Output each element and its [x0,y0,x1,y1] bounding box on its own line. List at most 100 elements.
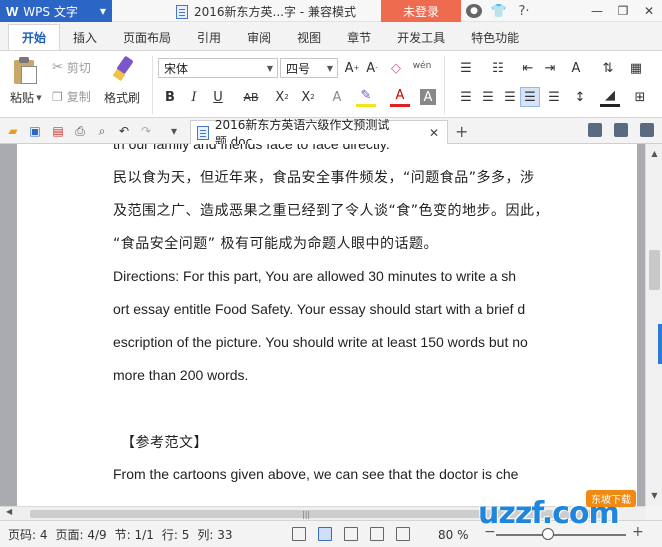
quickbar-right-tools [588,123,654,137]
customize-dropdown-icon[interactable]: ▾ [166,123,182,139]
tab-page-layout[interactable]: 页面布局 [110,24,184,50]
clear-format-icon[interactable]: ◇ [386,58,406,78]
paragraph-shading-icon[interactable]: ◢ [600,87,620,107]
bullet-list-icon[interactable]: ☰ [456,58,476,78]
increase-indent-icon[interactable]: ⇥ [540,58,560,78]
save-icon[interactable]: ▣ [27,123,43,139]
title-bar: W WPS 文字 ▼ 2016新东方英...字 - 兼容模式 未登录 ● 👕 ?… [0,0,662,22]
panel-icon[interactable] [614,123,628,137]
export-pdf-icon[interactable]: ▤ [50,123,66,139]
document-page[interactable]: th our family and friends face to face d… [17,144,637,506]
close-icon[interactable]: ✕ [636,0,662,22]
redo-icon[interactable]: ↷ [138,123,154,139]
view-mode-buttons [292,527,410,541]
app-name: WPS 文字 [23,4,78,19]
full-screen-view-icon[interactable] [292,527,306,541]
login-button[interactable]: 未登录 [381,0,461,22]
italic-icon[interactable]: I [184,87,204,107]
paste-button[interactable]: 粘贴 ▼ [10,89,42,106]
cut-label: 剪切 [66,61,91,75]
tab-view[interactable]: 视图 [284,24,334,50]
highlight-icon[interactable]: ✎ [356,87,376,107]
tab-developer[interactable]: 开发工具 [384,24,458,50]
scroll-thumb[interactable] [649,250,660,290]
tab-section[interactable]: 章节 [334,24,384,50]
status-col: 列: 33 [197,527,233,542]
tab-references[interactable]: 引用 [184,24,234,50]
panel-icon[interactable] [588,123,602,137]
tab-special[interactable]: 特色功能 [458,24,532,50]
subscript-icon[interactable]: X2 [298,87,318,107]
tab-home[interactable]: 开始 [8,24,61,50]
format-painter-button[interactable]: 格式刷 [104,89,140,106]
page-view-icon[interactable] [318,527,332,541]
scroll-up-icon[interactable]: ▲ [646,146,662,160]
align-justify-icon[interactable]: ☰ [520,87,540,107]
font-name-value: 宋体 [164,61,189,76]
print-preview-icon[interactable]: ⌕ [94,123,110,139]
tshirt-icon[interactable]: 👕 [491,4,507,19]
tab-review[interactable]: 审阅 [234,24,284,50]
document-canvas[interactable]: th our family and friends face to face d… [0,144,645,506]
superscript-icon[interactable]: X2 [272,87,292,107]
wps-app-menu-button[interactable]: W WPS 文字 ▼ [0,0,112,22]
font-size-select[interactable]: 四号 ▼ [280,58,338,78]
underline-icon[interactable]: U [208,87,228,107]
watermark-logo: uzzf.com 东坡下载 [478,490,660,538]
undo-icon[interactable]: ↶ [116,123,132,139]
numbered-list-icon[interactable]: ☷ [488,58,508,78]
zoom-level[interactable]: 80 % [438,528,469,542]
new-tab-icon[interactable]: + [455,122,468,141]
reading-view-icon[interactable] [396,527,410,541]
window-title: 2016新东方英...字 - 兼容模式 [176,3,356,20]
tab-insert[interactable]: 插入 [60,24,110,50]
scroll-left-icon[interactable]: ◀ [6,507,12,516]
watermark-badge: 东坡下载 [586,490,636,507]
decrease-indent-icon[interactable]: ⇤ [518,58,538,78]
line-spacing-icon[interactable]: ↕ [570,87,590,107]
paste-icon[interactable] [14,57,38,85]
divider [444,56,445,114]
text-direction-icon[interactable]: A [566,58,586,78]
shrink-font-icon[interactable]: A- [362,58,382,78]
minimize-icon[interactable]: — [584,0,610,22]
print-icon[interactable]: ⎙ [72,123,88,139]
help-icon[interactable]: ?· [516,4,532,19]
panel-icon[interactable] [640,123,654,137]
restore-icon[interactable]: ❐ [610,0,636,22]
cut-button[interactable]: ✂ 剪切 [52,59,91,76]
close-tab-icon[interactable]: ✕ [429,126,439,140]
distributed-align-icon[interactable]: ☰ [544,87,564,107]
grow-font-icon[interactable]: A + [342,58,362,78]
outline-view-icon[interactable] [344,527,358,541]
document-title: 2016新东方英...字 - 兼容模式 [194,5,356,19]
side-panel-toggle[interactable] [658,324,662,364]
document-icon [197,125,209,140]
skin-icon[interactable]: ● [466,4,482,18]
vertical-scrollbar[interactable]: ▲ ▼ [645,144,662,506]
bold-icon[interactable]: B [160,87,180,107]
format-painter-icon[interactable] [110,55,136,83]
copy-button[interactable]: ❐ 复制 [52,88,91,105]
borders-icon[interactable]: ⊞ [630,87,650,107]
font-name-select[interactable]: 宋体 ▼ [158,58,278,78]
font-color-icon[interactable]: A [390,87,410,107]
divider [152,56,153,114]
open-folder-icon[interactable]: ▰ [5,123,21,139]
ribbon-tabs: 开始 插入 页面布局 引用 审阅 视图 章节 开发工具 特色功能 [0,22,662,50]
align-left-icon[interactable]: ☰ [456,87,476,107]
web-view-icon[interactable] [370,527,384,541]
sort-icon[interactable]: ⇅ [598,58,618,78]
table-icon[interactable]: ▦ [626,58,646,78]
text-line: From the cartoons given above, we can se… [113,466,519,482]
text-effect-icon[interactable]: A [327,87,347,107]
pinyin-guide-icon[interactable]: wén [412,56,432,76]
align-center-icon[interactable]: ☰ [478,87,498,107]
text-line: 民以食为天，但近年来，食品安全事件频发，“问题食品”多多，涉 [113,170,535,186]
strikethrough-icon[interactable]: AB [239,87,263,107]
scissors-icon: ✂ [52,60,63,75]
status-page-code[interactable]: 页码: 4 [8,526,48,543]
char-shading-icon[interactable]: A [420,89,436,105]
align-right-icon[interactable]: ☰ [500,87,520,107]
document-tab[interactable]: 2016新东方英语六级作文预测试题.doc ✕ [190,118,448,149]
